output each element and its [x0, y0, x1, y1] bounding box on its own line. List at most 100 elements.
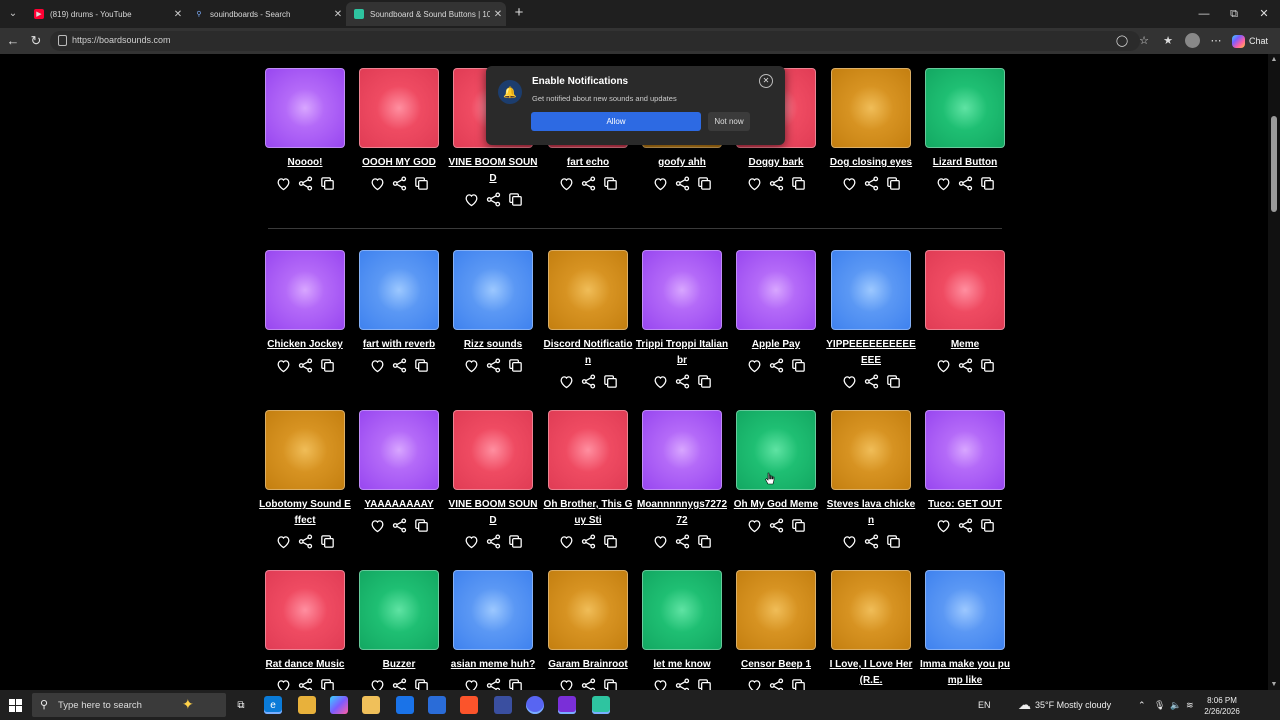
sound-title-link[interactable]: Buzzer	[352, 657, 446, 673]
copy-icon[interactable]	[789, 516, 807, 534]
copy-icon[interactable]	[412, 516, 430, 534]
more-menu-icon[interactable]: ⋯	[1208, 33, 1224, 49]
task-view-icon[interactable]: ⧉	[232, 696, 250, 714]
favorite-heart-icon[interactable]	[651, 174, 669, 192]
share-icon[interactable]	[579, 372, 597, 390]
not-now-button[interactable]: Not now	[708, 112, 750, 131]
favorite-heart-icon[interactable]	[274, 174, 292, 192]
sound-play-button[interactable]	[548, 410, 628, 490]
favorite-heart-icon[interactable]	[557, 372, 575, 390]
sound-title-link[interactable]: Moannnnnygs727272	[635, 497, 729, 529]
share-icon[interactable]	[767, 676, 785, 690]
copy-icon[interactable]	[506, 676, 524, 690]
sound-title-link[interactable]: goofy ahh	[635, 155, 729, 171]
sound-title-link[interactable]: Censor Beep 1	[729, 657, 823, 673]
sound-play-button[interactable]	[265, 250, 345, 330]
sound-title-link[interactable]: YIPPEEEEEEEEEEEEE	[824, 337, 918, 369]
favorite-heart-icon[interactable]	[368, 356, 386, 374]
favorite-heart-icon[interactable]	[745, 356, 763, 374]
share-icon[interactable]	[296, 532, 314, 550]
copy-icon[interactable]	[318, 676, 336, 690]
share-icon[interactable]	[767, 356, 785, 374]
sound-title-link[interactable]: Dog closing eyes	[824, 155, 918, 171]
sound-title-link[interactable]: Chicken Jockey	[258, 337, 352, 353]
sound-play-button[interactable]	[359, 68, 439, 148]
share-icon[interactable]	[390, 516, 408, 534]
edge-icon[interactable]: e	[264, 696, 282, 714]
scroll-thumb[interactable]	[1271, 116, 1277, 212]
share-icon[interactable]	[673, 532, 691, 550]
sound-title-link[interactable]: Rat dance Music	[258, 657, 352, 673]
copilot-chat-button[interactable]: Chat	[1232, 32, 1268, 50]
sound-title-link[interactable]: Steves lava chicken	[824, 497, 918, 529]
copy-icon[interactable]	[978, 516, 996, 534]
sound-title-link[interactable]: OOOH MY GOD	[352, 155, 446, 171]
reader-view-icon[interactable]: ◯	[1114, 33, 1130, 49]
back-icon[interactable]: ←	[5, 33, 21, 49]
profile-avatar[interactable]	[1185, 33, 1200, 48]
copy-icon[interactable]	[884, 372, 902, 390]
close-tab-icon[interactable]: ✕	[170, 9, 186, 20]
share-icon[interactable]	[673, 174, 691, 192]
copy-icon[interactable]	[884, 532, 902, 550]
share-icon[interactable]	[862, 532, 880, 550]
share-icon[interactable]	[390, 174, 408, 192]
windows-start-icon[interactable]	[9, 699, 22, 712]
favorite-heart-icon[interactable]	[368, 676, 386, 690]
share-icon[interactable]	[956, 516, 974, 534]
favorites-icon[interactable]: ★	[1160, 33, 1176, 49]
url-text[interactable]: https://boardsounds.com	[72, 35, 171, 45]
sound-play-button[interactable]	[265, 68, 345, 148]
sound-title-link[interactable]: Tuco: GET OUT	[918, 497, 1012, 513]
sound-play-button[interactable]	[925, 250, 1005, 330]
tab-actions-menu-icon[interactable]: ⌄	[4, 4, 22, 22]
favorite-heart-icon[interactable]	[651, 676, 669, 690]
sound-play-button[interactable]	[265, 570, 345, 650]
network-icon[interactable]: ≋	[1186, 690, 1194, 720]
favorite-heart-icon[interactable]	[557, 676, 575, 690]
sound-title-link[interactable]: I Love, I Love Her (R.E.	[824, 657, 918, 689]
share-icon[interactable]	[862, 372, 880, 390]
microphone-icon[interactable]: 🎙	[1154, 690, 1165, 720]
favorite-heart-icon[interactable]	[274, 356, 292, 374]
sound-play-button[interactable]	[925, 570, 1005, 650]
favorite-heart-icon[interactable]	[557, 532, 575, 550]
sound-title-link[interactable]: fart echo	[541, 155, 635, 171]
share-icon[interactable]	[579, 532, 597, 550]
share-icon[interactable]	[484, 190, 502, 208]
share-icon[interactable]	[673, 676, 691, 690]
taskbar-search[interactable]: ⚲ Type here to search ✦	[32, 693, 226, 717]
share-icon[interactable]	[484, 532, 502, 550]
copy-icon[interactable]	[506, 190, 524, 208]
copy-icon[interactable]	[789, 174, 807, 192]
favorite-heart-icon[interactable]	[274, 532, 292, 550]
favorite-heart-icon[interactable]	[934, 516, 952, 534]
favorite-heart-icon[interactable]	[934, 174, 952, 192]
favorite-heart-icon[interactable]	[840, 372, 858, 390]
copy-icon[interactable]	[318, 532, 336, 550]
sound-play-button[interactable]	[736, 250, 816, 330]
copy-icon[interactable]	[318, 356, 336, 374]
close-window-icon[interactable]: ✕	[1254, 6, 1274, 22]
sound-title-link[interactable]: Garam Brainroot	[541, 657, 635, 673]
share-icon[interactable]	[484, 356, 502, 374]
language-indicator[interactable]: EN	[978, 690, 991, 720]
sound-title-link[interactable]: asian meme huh?	[446, 657, 540, 673]
app-icon-purple[interactable]	[558, 696, 576, 714]
sound-title-link[interactable]: Oh My God Meme	[729, 497, 823, 513]
sound-play-button[interactable]	[359, 250, 439, 330]
sound-title-link[interactable]: VINE BOOM SOUND	[446, 155, 540, 187]
refresh-icon[interactable]: ↻	[28, 33, 44, 49]
sound-play-button[interactable]	[359, 570, 439, 650]
tab-youtube[interactable]: ▶ (819) drums - YouTube ✕	[26, 2, 186, 26]
sound-play-button[interactable]	[642, 250, 722, 330]
copy-icon[interactable]	[601, 676, 619, 690]
favorite-heart-icon[interactable]	[368, 516, 386, 534]
share-icon[interactable]	[484, 676, 502, 690]
share-icon[interactable]	[579, 174, 597, 192]
sound-play-button[interactable]	[548, 250, 628, 330]
favorite-heart-icon[interactable]	[462, 532, 480, 550]
share-icon[interactable]	[956, 356, 974, 374]
favorite-heart-icon[interactable]	[745, 676, 763, 690]
sound-play-button[interactable]	[831, 250, 911, 330]
